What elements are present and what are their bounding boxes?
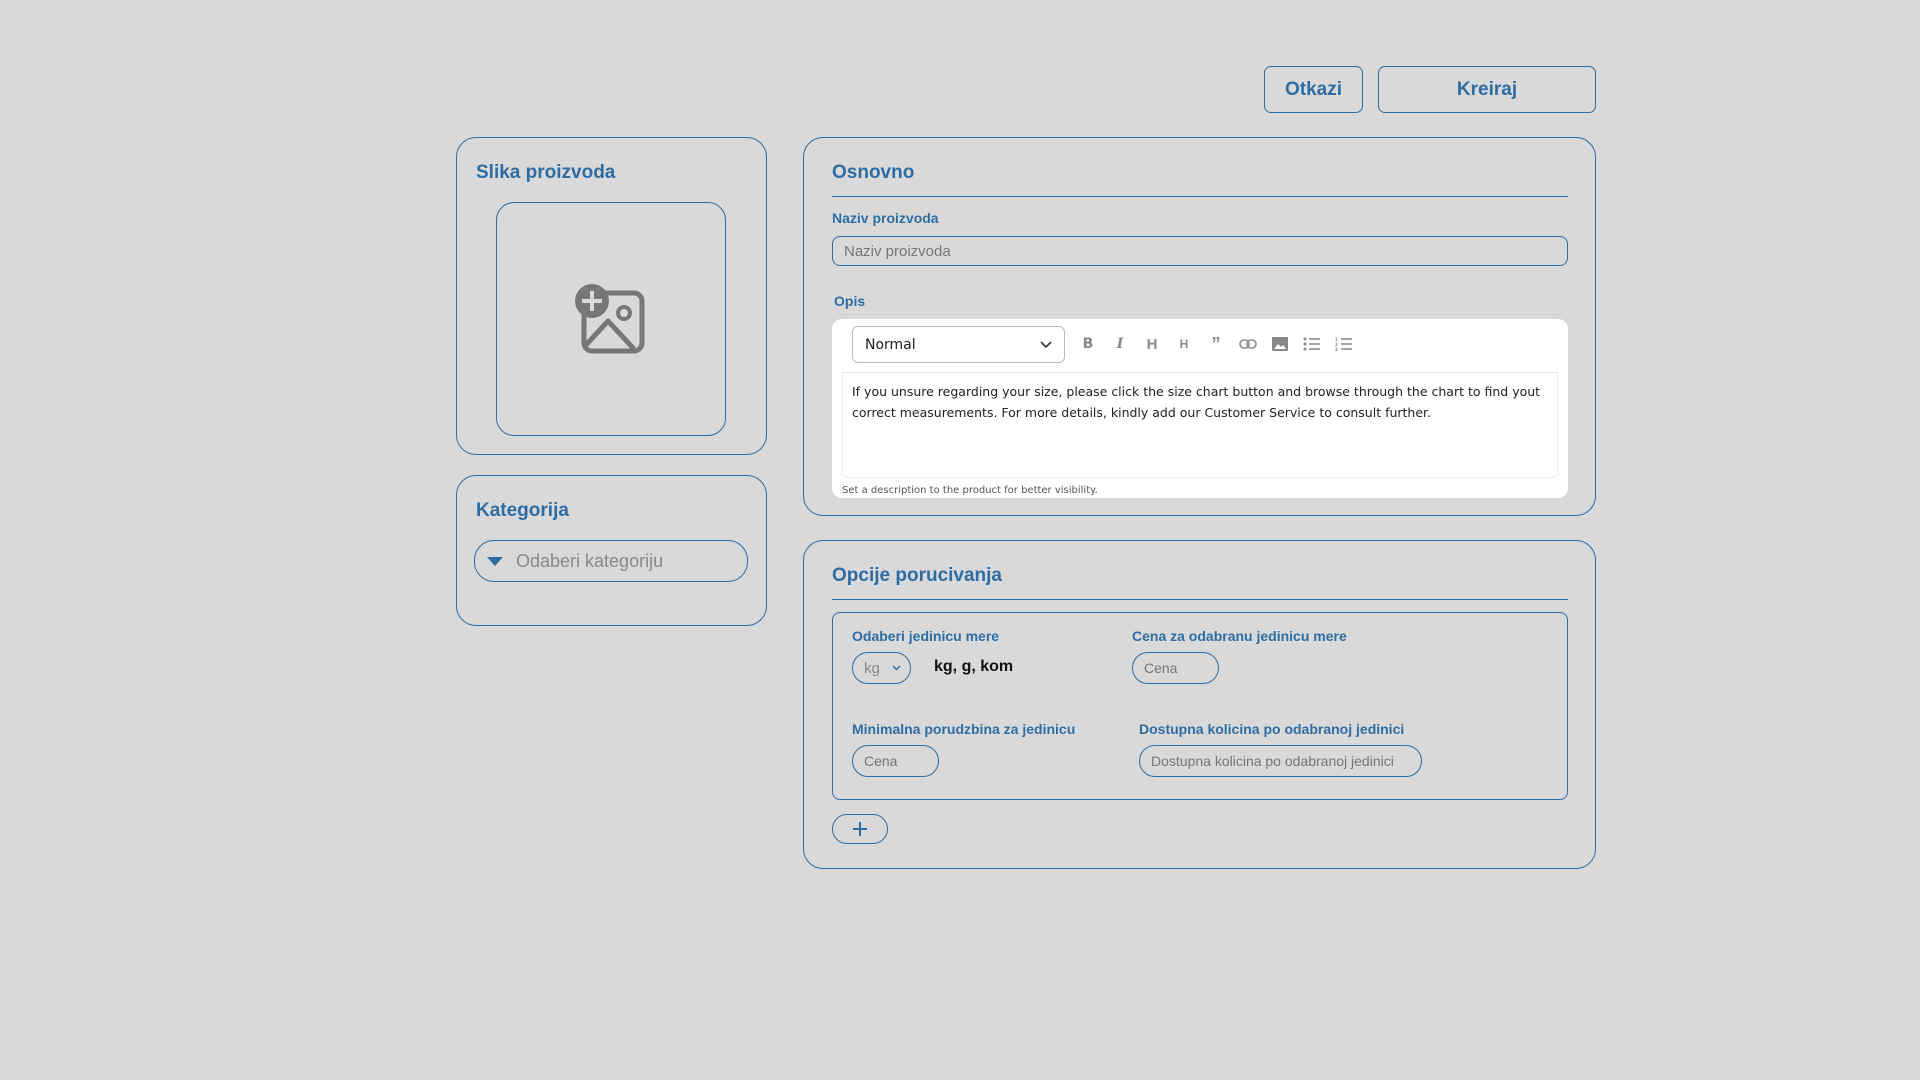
available-quantity-input[interactable]	[1139, 745, 1422, 777]
category-select-placeholder: Odaberi kategoriju	[516, 550, 664, 571]
chevron-down-icon	[892, 665, 901, 671]
order-options-title: Opcije porucivanja	[832, 565, 1002, 586]
cancel-button[interactable]: Otkazi	[1264, 66, 1363, 113]
price-input[interactable]	[1132, 652, 1219, 684]
order-options-divider	[832, 599, 1568, 600]
product-name-input[interactable]	[832, 236, 1568, 266]
product-image-title: Slika proizvoda	[476, 162, 616, 183]
min-order-label: Minimalna porudzbina za jedinicu	[852, 721, 1076, 737]
add-option-button[interactable]	[832, 814, 888, 844]
unit-select[interactable]: kg	[852, 652, 911, 684]
editor-content-border	[842, 373, 1558, 478]
description-hint: Set a description to the product for bet…	[842, 485, 1098, 496]
product-name-label: Naziv proizvoda	[832, 210, 939, 226]
category-title: Kategorija	[476, 500, 569, 521]
numbered-list-icon[interactable]: 123	[1333, 333, 1355, 355]
unit-select-value: kg	[864, 659, 880, 677]
basic-info-title: Osnovno	[832, 162, 915, 183]
add-image-icon	[575, 284, 645, 354]
min-order-input[interactable]	[852, 745, 939, 777]
create-button[interactable]: Kreiraj	[1378, 66, 1596, 113]
unit-hint: kg, g, kom	[934, 658, 1014, 675]
format-select-value: Normal	[865, 336, 916, 353]
description-label: Opis	[834, 293, 866, 309]
basic-info-divider	[832, 196, 1568, 197]
category-select[interactable]: Odaberi kategoriju	[474, 540, 748, 582]
editor-toolbar: B I H H ” 123	[1077, 333, 1355, 355]
image-icon[interactable]	[1269, 333, 1291, 355]
heading2-icon[interactable]: H	[1173, 333, 1195, 355]
italic-icon[interactable]: I	[1109, 333, 1131, 355]
available-quantity-label: Dostupna kolicina po odabranoj jedinici	[1139, 721, 1405, 737]
link-icon[interactable]	[1237, 333, 1259, 355]
description-editor: Normal B I H H ” 123 If you unsure regar…	[832, 319, 1568, 498]
image-upload-dropzone[interactable]	[496, 202, 726, 436]
quote-icon[interactable]: ”	[1205, 333, 1227, 355]
svg-text:3: 3	[1335, 347, 1338, 351]
format-select[interactable]: Normal	[852, 326, 1065, 363]
unit-label: Odaberi jedinicu mere	[852, 628, 1000, 644]
chevron-down-icon	[1040, 340, 1052, 348]
bullet-list-icon[interactable]	[1301, 333, 1323, 355]
caret-down-icon	[487, 556, 503, 566]
price-label: Cena za odabranu jedinicu mere	[1132, 628, 1347, 644]
bold-icon[interactable]: B	[1077, 333, 1099, 355]
plus-icon	[853, 822, 867, 836]
heading1-icon[interactable]: H	[1141, 333, 1163, 355]
